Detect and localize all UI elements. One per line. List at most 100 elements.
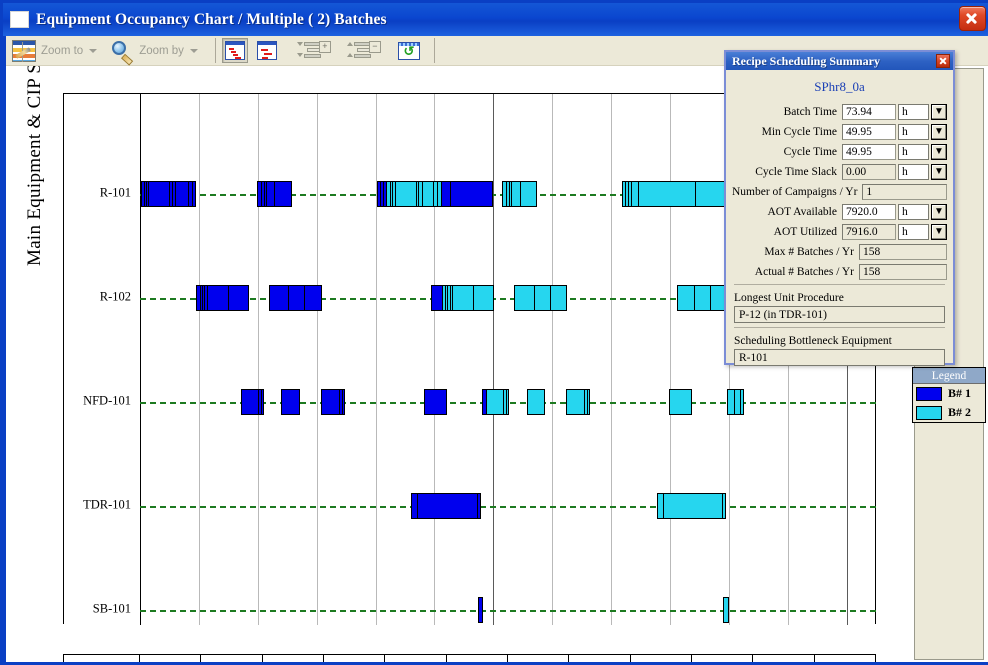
legend-swatch [916,405,942,420]
gantt-bar[interactable] [140,181,197,207]
gantt-bar[interactable] [441,285,495,311]
collapse-all-icon: − [346,40,381,61]
bar-segment-divider [631,182,633,206]
bar-segment-divider [503,390,505,414]
bar-segment-divider [508,182,510,206]
x-axis-hour-cell: 144 [815,655,876,662]
gridline-12h [199,94,200,625]
bar-segment-divider [390,182,392,206]
field-unit-input[interactable]: h [898,223,929,240]
collapse-all-button[interactable]: − [344,38,381,63]
bar-segment-divider [637,182,639,206]
expand-all-button[interactable]: + [294,38,331,63]
field-unit-input[interactable]: h [898,163,929,180]
gantt-bar[interactable] [502,181,538,207]
field-unit-input[interactable]: h [898,203,929,220]
gantt-bar[interactable] [256,181,293,207]
gantt-alt-view-button[interactable] [254,38,280,63]
y-axis-tick-nfd-101: NFD-101 [83,393,131,408]
gantt-bar[interactable] [486,389,510,415]
gantt-bar[interactable] [196,285,249,311]
gantt-view-icon [224,41,245,60]
field-label: Cycle Time [783,145,837,158]
dialog-field-row: AOT Available 7920.0 h ▼ [732,203,947,220]
toolbar-separator-2 [433,38,435,63]
gantt-bar[interactable] [281,389,300,415]
gantt-bar[interactable] [477,597,484,623]
dialog-field-row: Cycle Time 49.95 h ▼ [732,143,947,160]
bar-segment-divider [450,182,452,206]
gantt-bar[interactable] [241,389,265,415]
dialog-heading: SPhr8_0a [814,79,865,94]
field-value-input[interactable]: 49.95 [842,143,896,160]
unit-dropdown-button[interactable]: ▼ [931,163,947,180]
dialog-close-button[interactable] [936,54,950,68]
y-axis-line [140,94,141,625]
gantt-bar[interactable] [514,285,567,311]
gantt-bar[interactable] [656,493,727,519]
field-value-input[interactable]: 7920.0 [842,203,896,220]
gridline-108h [670,94,671,625]
gridline-96h [611,94,612,625]
gridline-36h [317,94,318,625]
dialog-field-row: Max # Batches / Yr 158 [732,243,947,260]
gantt-bar[interactable] [320,389,346,415]
bar-segment-divider [199,286,201,310]
gantt-bar[interactable] [526,389,546,415]
zoom-by-control[interactable]: Zoom by [104,37,205,66]
legend-label: B# 1 [948,386,972,400]
legend-label: B# 2 [948,405,972,419]
x-axis-tables: h 1224364860728496108120132144 day 246 [63,654,876,662]
chevron-down-icon[interactable] [89,48,98,53]
dialog-titlebar[interactable]: Recipe Scheduling Summary [726,52,953,70]
field-value-input[interactable]: 49.95 [842,123,896,140]
bar-segment-divider [227,286,229,310]
x-axis-hour-cell: 36 [263,655,324,662]
bar-segment-divider [257,390,259,414]
dialog-divider [734,327,945,328]
bar-segment-divider [421,182,423,206]
unit-dropdown-button[interactable]: ▼ [931,103,947,120]
bar-segment-divider [274,182,276,206]
unit-dropdown-button[interactable]: ▼ [931,223,947,240]
field-value-input[interactable]: 73.94 [842,103,896,120]
gantt-bar[interactable] [411,493,481,519]
dialog-field-row: Batch Time 73.94 h ▼ [732,103,947,120]
section-label: Longest Unit Procedure [734,292,844,304]
dialog-body: SPhr8_0a Batch Time 73.94 h ▼ Min Cycle Time… [726,70,953,366]
gantt-bar[interactable] [423,389,447,415]
gantt-bar[interactable] [621,181,739,207]
bar-segment-divider [506,390,508,414]
zoom-to-control[interactable]: Zoom to [6,37,104,64]
field-value-input: 158 [859,243,947,260]
bar-segment-divider [549,286,551,310]
gantt-bar[interactable] [386,181,442,207]
bar-segment-divider [382,182,384,206]
gantt-bar[interactable] [668,389,692,415]
unit-dropdown-button[interactable]: ▼ [931,123,947,140]
legend: Legend B# 1 B# 2 [912,367,986,423]
recipe-scheduling-summary-dialog[interactable]: Recipe Scheduling Summary SPhr8_0a Batch… [724,50,955,366]
gantt-bar[interactable] [722,597,729,623]
gantt-bar[interactable] [269,285,322,311]
window-close-button[interactable] [959,6,986,31]
chevron-down-icon[interactable] [189,48,198,53]
dialog-title-text: Recipe Scheduling Summary [732,53,881,68]
client-area: Zoom to Zoom by + − ↺ Main Equipment & C… [6,36,988,662]
field-unit-input[interactable]: h [898,103,929,120]
y-axis-tick-sb-101: SB-101 [92,601,131,616]
gantt-view-button[interactable] [221,38,248,63]
unit-dropdown-button[interactable]: ▼ [931,143,947,160]
bar-segment-divider [473,286,475,310]
refresh-button[interactable]: ↺ [396,38,422,63]
unit-dropdown-button[interactable]: ▼ [931,203,947,220]
legend-item: B# 1 [913,384,985,403]
field-unit-input[interactable]: h [898,143,929,160]
section-value: R-101 [734,349,945,366]
field-unit-input[interactable]: h [898,123,929,140]
window-icon [10,11,29,28]
gantt-bar[interactable] [565,389,591,415]
bar-segment-divider [394,182,396,206]
gantt-bar[interactable] [726,389,745,415]
y-axis-title: Main Equipment & CIP Skids [24,66,45,266]
